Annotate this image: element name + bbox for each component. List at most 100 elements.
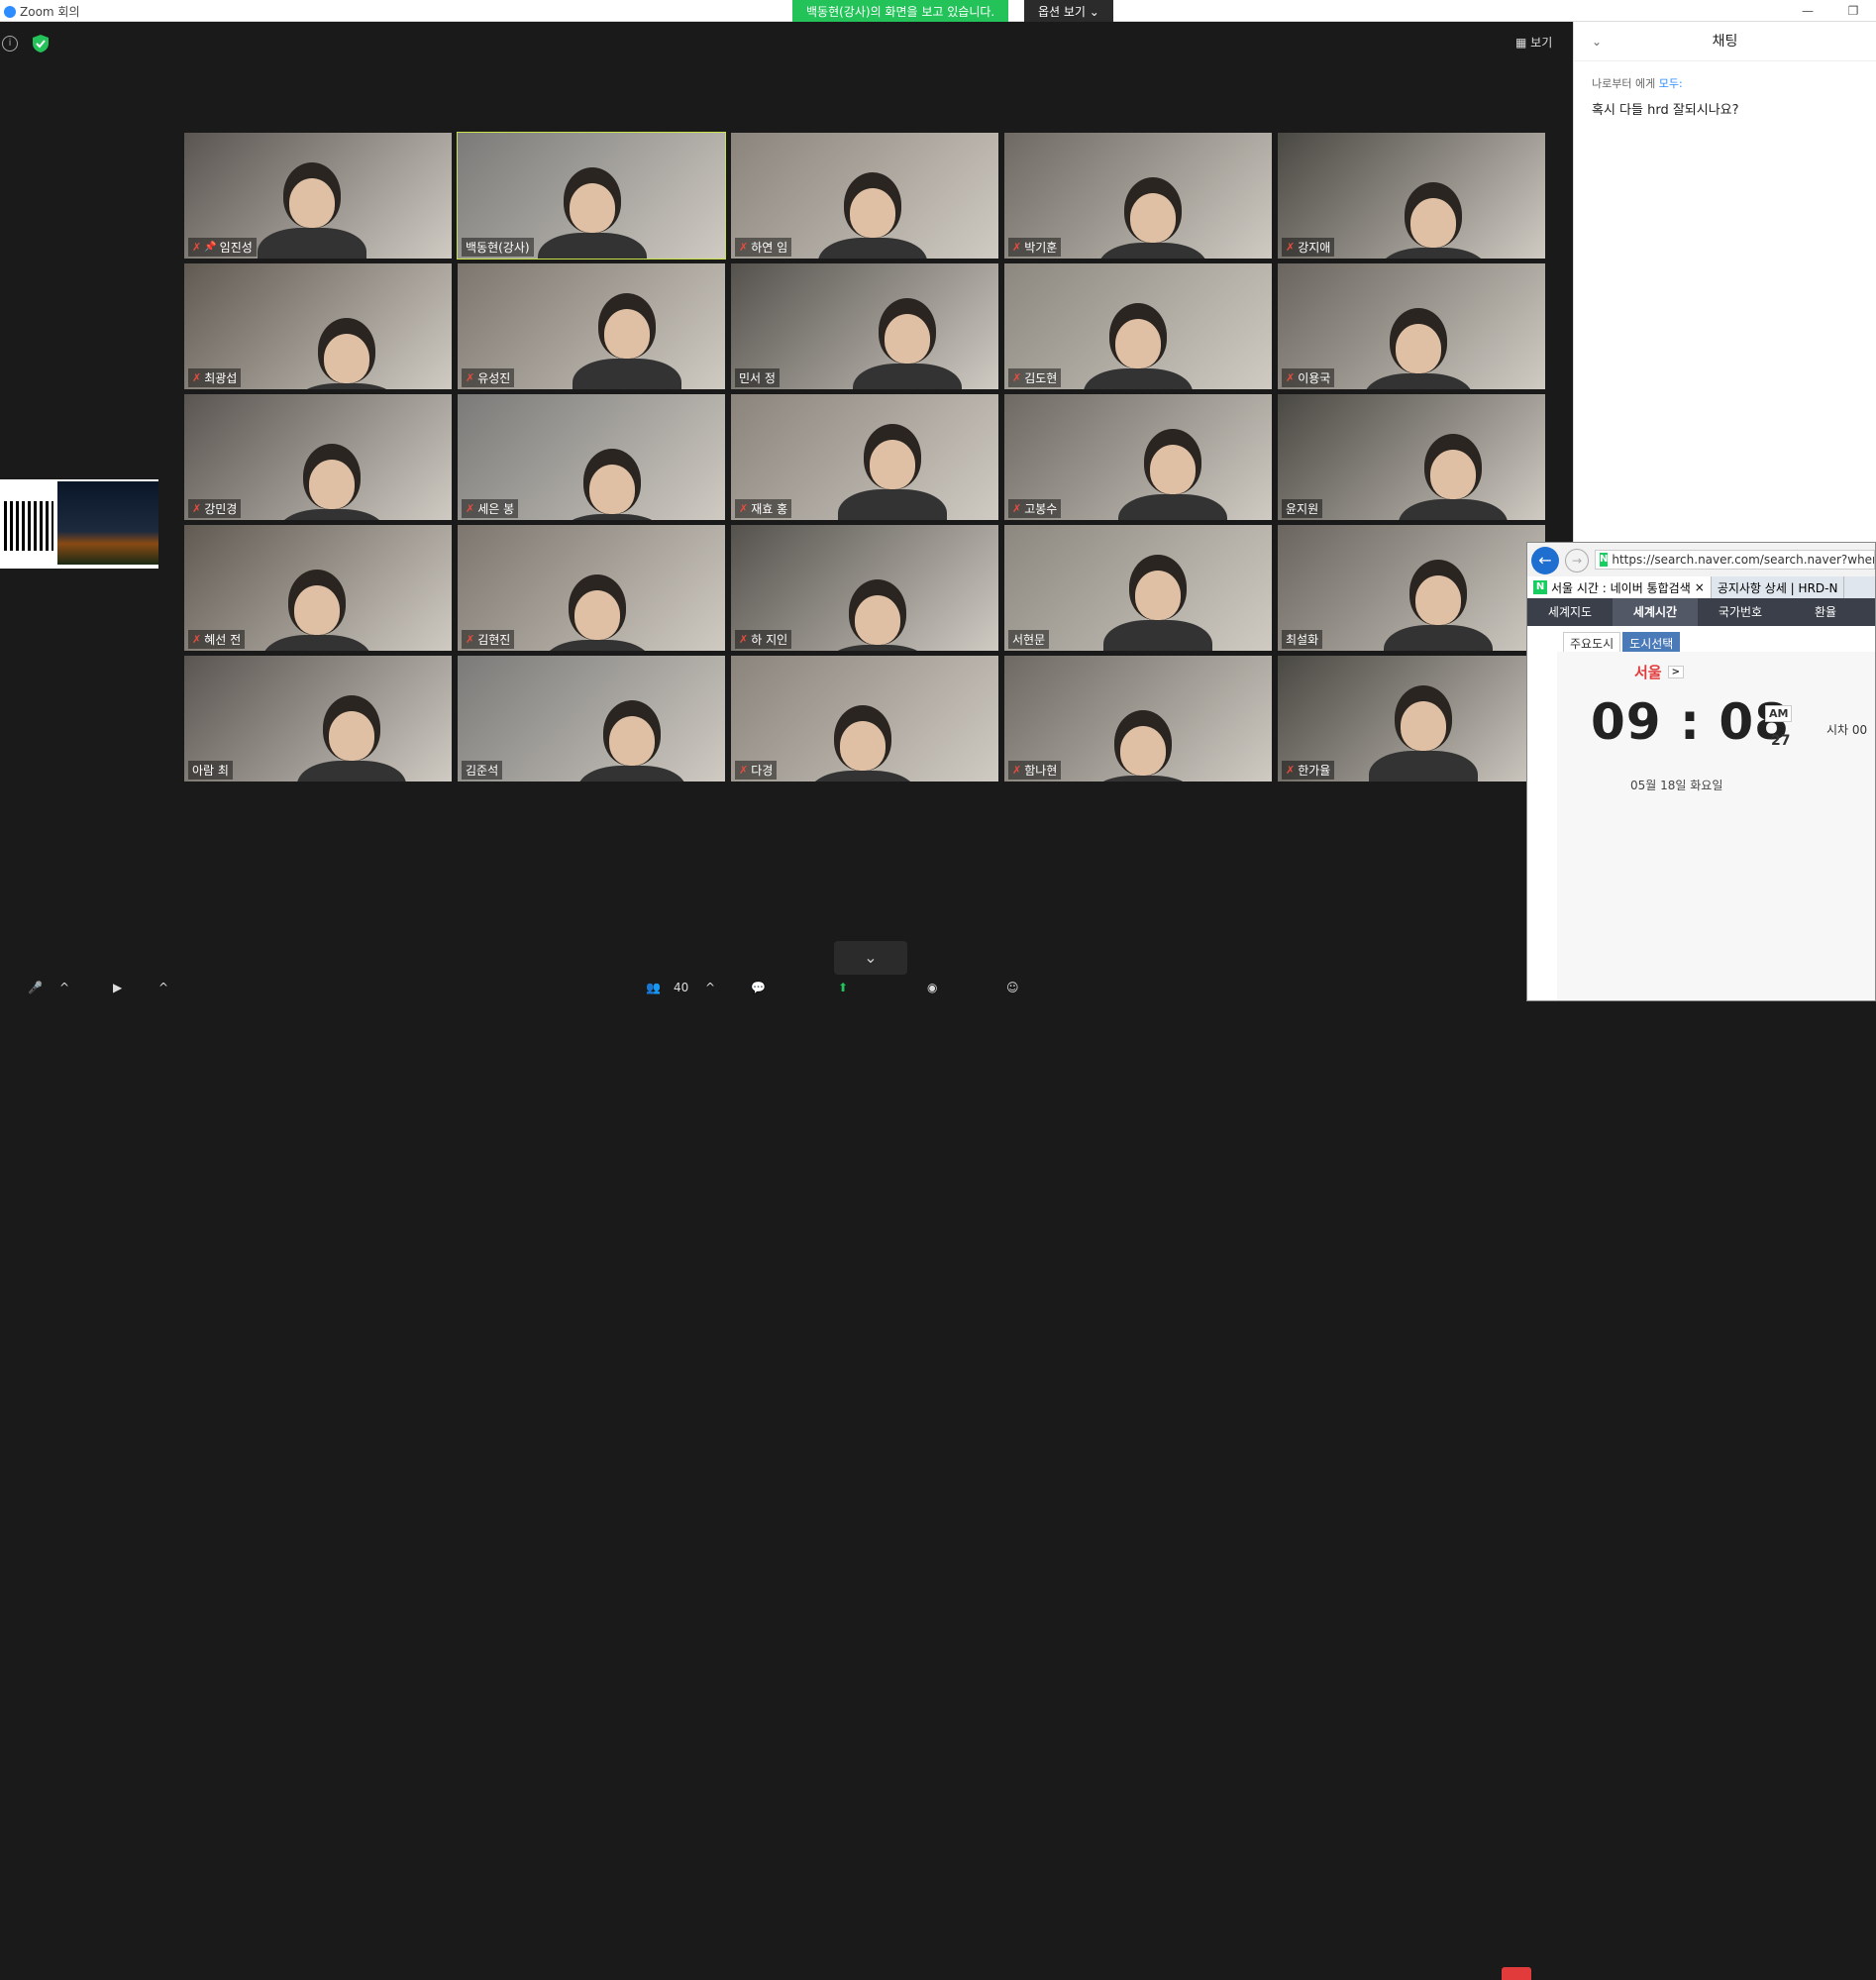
participant-name: 하연 임 xyxy=(751,241,788,255)
participant-tile[interactable]: 김준석 xyxy=(458,656,725,782)
participant-name: 이용국 xyxy=(1298,371,1331,385)
next-page-chevron-icon[interactable]: ⌄ xyxy=(834,941,907,975)
participant-name: 박기훈 xyxy=(1024,241,1058,255)
participant-name-tag: ✗ 이용국 xyxy=(1282,368,1335,387)
participant-name-tag: ✗ 혜선 전 xyxy=(188,630,246,649)
participant-name: 다경 xyxy=(751,764,774,778)
participant-tile[interactable]: ✗ 함나현 xyxy=(1004,656,1272,782)
minimize-button[interactable]: — xyxy=(1785,0,1830,22)
participant-tile[interactable]: ✗ 다경 xyxy=(731,656,998,782)
participant-tile[interactable]: ✗ 이용국 xyxy=(1278,263,1545,389)
qr-code-image xyxy=(4,501,53,551)
participant-face xyxy=(609,716,655,766)
participant-face xyxy=(850,188,895,238)
participant-tile[interactable]: ✗ 김현진 xyxy=(458,525,725,651)
video-options-caret[interactable]: ^ xyxy=(158,981,168,994)
participant-name: 세은 봉 xyxy=(477,502,515,516)
participant-face xyxy=(309,460,355,509)
participant-tile[interactable]: ✗ 📌 임진성 xyxy=(184,133,452,259)
participant-tile[interactable]: 윤지원 xyxy=(1278,394,1545,520)
browser-tab-1[interactable]: N 서울 시간 : 네이버 통합검색 × xyxy=(1527,576,1712,598)
muted-mic-icon: ✗ xyxy=(739,241,749,254)
participant-name: 김도현 xyxy=(1024,371,1058,385)
url-field[interactable]: N https://search.naver.com/search.naver?… xyxy=(1595,550,1875,570)
participant-name-tag: 백동현(강사) xyxy=(462,238,534,257)
chat-icon[interactable]: 💬 xyxy=(751,981,766,994)
participant-name-tag: ✗ 다경 xyxy=(735,761,778,780)
participant-tile[interactable]: 아람 최 xyxy=(184,656,452,782)
participant-tile[interactable]: ✗ 김도현 xyxy=(1004,263,1272,389)
chat-recipient[interactable]: 모두: xyxy=(1659,77,1683,90)
audio-options-caret[interactable]: ^ xyxy=(59,981,69,994)
city-name: 서울 xyxy=(1634,664,1662,681)
video-camera-icon[interactable]: ▶ xyxy=(113,981,122,994)
participant-tile[interactable]: ✗ 하 지인 xyxy=(731,525,998,651)
tab-close-icon[interactable]: × xyxy=(1695,580,1705,594)
time-difference: 시차 00 xyxy=(1826,723,1868,737)
record-icon[interactable]: ◉ xyxy=(927,981,937,994)
chat-collapse-chevron-icon[interactable]: ⌄ xyxy=(1592,22,1602,61)
browser-tab-2[interactable]: 공지사항 상세 | HRD-N xyxy=(1712,576,1845,598)
participant-name-tag: 김준석 xyxy=(462,761,503,780)
city-arrow-icon[interactable]: > xyxy=(1667,666,1684,678)
back-arrow-icon[interactable]: ← xyxy=(1531,547,1559,574)
participant-tile[interactable]: ✗ 유성진 xyxy=(458,263,725,389)
clock-date: 05월 18일 화요일 xyxy=(1630,779,1723,792)
reactions-icon[interactable]: ☺ xyxy=(1006,981,1019,994)
muted-mic-icon: ✗ xyxy=(1012,502,1022,515)
participants-icon[interactable]: 👥 xyxy=(646,981,661,994)
participant-name: 강지애 xyxy=(1298,241,1331,255)
restore-button[interactable]: ❐ xyxy=(1830,0,1876,22)
participant-name-tag: ✗ 하 지인 xyxy=(735,630,792,649)
participant-tile[interactable]: ✗ 강지애 xyxy=(1278,133,1545,259)
participant-name: 재효 홍 xyxy=(751,502,788,516)
participant-name-tag: ✗ 재효 홍 xyxy=(735,499,792,518)
participant-name: 함나현 xyxy=(1024,764,1058,778)
participant-body xyxy=(538,233,647,259)
nav-tab-country-code[interactable]: 국가번호 xyxy=(1698,598,1783,626)
participants-count: 40 xyxy=(674,981,689,994)
participant-tile[interactable]: 최설화 xyxy=(1278,525,1545,651)
night-sky-image xyxy=(57,481,158,565)
participant-tile[interactable]: ✗ 세은 봉 xyxy=(458,394,725,520)
participant-tile[interactable]: ✗ 박기훈 xyxy=(1004,133,1272,259)
participants-caret[interactable]: ^ xyxy=(705,981,715,994)
view-options-button[interactable]: 옵션 보기 ⌄ xyxy=(1024,0,1113,22)
participant-name-tag: ✗ 김도현 xyxy=(1008,368,1062,387)
participant-name: 서현문 xyxy=(1012,633,1046,647)
nav-tab-world-time[interactable]: 세계시간 xyxy=(1613,598,1698,626)
share-screen-icon[interactable]: ⬆ xyxy=(838,981,848,994)
participant-name-tag: 민서 정 xyxy=(735,368,780,387)
end-meeting-button[interactable] xyxy=(1502,1967,1531,1980)
clock-seconds: 27 xyxy=(1771,733,1791,749)
security-shield-icon[interactable] xyxy=(32,34,50,53)
participant-tile[interactable]: ✗ 고봉수 xyxy=(1004,394,1272,520)
participant-name-tag: ✗ 한가율 xyxy=(1282,761,1335,780)
forward-arrow-icon[interactable]: → xyxy=(1565,549,1589,573)
gallery-view-button[interactable]: ▦ 보기 xyxy=(1515,34,1552,51)
participant-tile[interactable]: ✗ 재효 홍 xyxy=(731,394,998,520)
participant-tile[interactable]: ✗ 하연 임 xyxy=(731,133,998,259)
participant-name: 최설화 xyxy=(1286,633,1319,647)
participant-tile[interactable]: ✗ 한가율 xyxy=(1278,656,1545,782)
participant-tile[interactable]: ✗ 최광섭 xyxy=(184,263,452,389)
participant-tile[interactable]: 백동현(강사) xyxy=(457,132,726,260)
screen-share-banner: 백동현(강사)의 화면을 보고 있습니다. xyxy=(792,0,1009,22)
mute-microphone-icon[interactable]: 🎤 xyxy=(28,981,43,994)
participant-body xyxy=(577,766,686,782)
participant-tile[interactable]: ✗ 혜선 전 xyxy=(184,525,452,651)
participant-body xyxy=(277,509,386,520)
info-icon[interactable]: i xyxy=(2,36,18,52)
participant-tile[interactable]: 서현문 xyxy=(1004,525,1272,651)
browser-address-bar: ← → N https://search.naver.com/search.na… xyxy=(1527,543,1875,576)
muted-mic-icon: ✗ xyxy=(1012,764,1022,777)
browser-window: ← → N https://search.naver.com/search.na… xyxy=(1526,542,1876,1001)
participant-tile[interactable]: 민서 정 xyxy=(731,263,998,389)
participant-body xyxy=(1084,368,1193,389)
nav-tab-exchange[interactable]: 환율 xyxy=(1783,598,1868,626)
participant-tile[interactable]: ✗ 강민경 xyxy=(184,394,452,520)
window-controls: — ❐ xyxy=(1785,0,1876,22)
nav-tab-world-map[interactable]: 세계지도 xyxy=(1527,598,1613,626)
shared-screen-thumbnail[interactable] xyxy=(0,479,158,569)
participant-body xyxy=(1098,243,1207,259)
